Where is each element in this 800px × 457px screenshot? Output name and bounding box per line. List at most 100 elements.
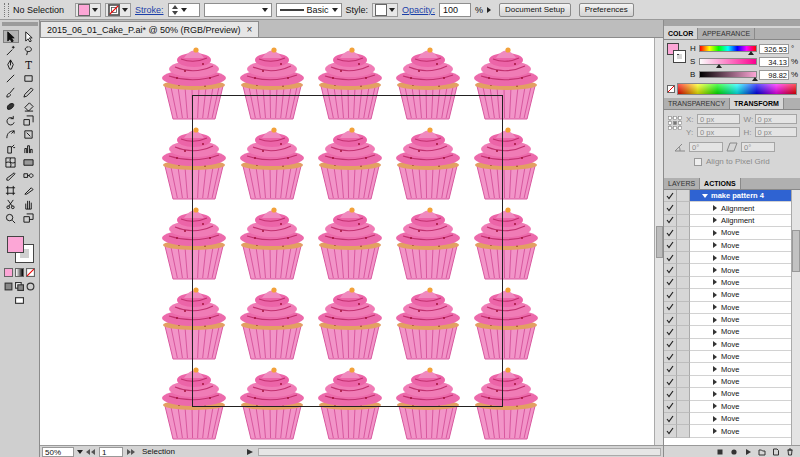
collapsed-triangle-icon[interactable] xyxy=(712,217,718,223)
dialog-toggle-cell[interactable] xyxy=(677,215,690,227)
toggle-cell[interactable] xyxy=(664,351,677,363)
field-input[interactable]: 0 px xyxy=(755,127,798,137)
dialog-toggle-cell[interactable] xyxy=(677,240,690,252)
dialog-toggle-cell[interactable] xyxy=(677,302,690,314)
collapsed-triangle-icon[interactable] xyxy=(712,428,718,434)
previous-artboard-icon[interactable] xyxy=(86,449,96,455)
cupcake-icon[interactable] xyxy=(467,282,545,362)
collapsed-triangle-icon[interactable] xyxy=(712,205,718,211)
artboard-field[interactable]: 1 xyxy=(99,447,123,457)
collapsed-triangle-icon[interactable] xyxy=(712,304,718,310)
panel-tab[interactable]: LAYERS xyxy=(664,178,700,189)
toggle-cell[interactable] xyxy=(664,401,677,413)
cupcake-icon[interactable] xyxy=(233,202,311,282)
angle-field[interactable]: 0° xyxy=(689,142,723,152)
action-item[interactable]: Move xyxy=(664,401,791,413)
color-button[interactable] xyxy=(4,268,13,277)
dialog-toggle-cell[interactable] xyxy=(677,351,690,363)
action-item[interactable]: Move xyxy=(664,240,791,252)
toggle-cell[interactable] xyxy=(664,376,677,388)
tool-button[interactable] xyxy=(3,170,19,183)
cupcake-icon[interactable] xyxy=(155,282,233,362)
field-input[interactable]: 0 px xyxy=(697,114,740,124)
expanded-triangle-icon[interactable] xyxy=(702,193,708,199)
tool-button[interactable] xyxy=(21,100,37,113)
channel-value[interactable]: 326.53 xyxy=(759,44,789,54)
panel-tab[interactable]: COLOR xyxy=(664,28,698,39)
collapsed-triangle-icon[interactable] xyxy=(712,292,718,298)
stroke-box[interactable] xyxy=(674,51,685,62)
toggle-cell[interactable] xyxy=(664,252,677,264)
control-button[interactable]: Preferences xyxy=(579,3,634,17)
collapsed-triangle-icon[interactable] xyxy=(712,242,718,248)
collapsed-triangle-icon[interactable] xyxy=(712,403,718,409)
vertical-scrollbar[interactable] xyxy=(654,38,663,445)
opacity-field[interactable]: 100 xyxy=(439,3,471,17)
toggle-cell[interactable] xyxy=(664,190,677,202)
action-item[interactable]: Move xyxy=(664,326,791,338)
slider-marker[interactable] xyxy=(752,77,758,81)
status-tool[interactable]: Selection xyxy=(139,447,242,456)
cupcake-icon[interactable] xyxy=(311,202,389,282)
collapsed-triangle-icon[interactable] xyxy=(712,267,718,273)
grip[interactable] xyxy=(4,3,9,17)
fill-box[interactable] xyxy=(7,236,24,253)
field-input[interactable]: 0 px xyxy=(755,114,798,124)
slider-marker[interactable] xyxy=(716,64,722,68)
dialog-toggle-cell[interactable] xyxy=(677,289,690,301)
channel-value[interactable]: 98.82 xyxy=(759,70,789,80)
control-button[interactable]: Document Setup xyxy=(499,3,571,17)
tool-button[interactable] xyxy=(3,86,19,99)
tool-button[interactable] xyxy=(21,128,37,141)
record-icon[interactable] xyxy=(730,448,738,456)
tool-button[interactable] xyxy=(3,156,19,169)
collapsed-triangle-icon[interactable] xyxy=(712,230,718,236)
dialog-toggle-cell[interactable] xyxy=(677,388,690,400)
collapsed-triangle-icon[interactable] xyxy=(712,391,718,397)
cupcake-icon[interactable] xyxy=(467,202,545,282)
collapsed-triangle-icon[interactable] xyxy=(712,255,718,261)
tool-button[interactable] xyxy=(21,30,37,43)
toggle-cell[interactable] xyxy=(664,339,677,351)
horizontal-scrollbar[interactable] xyxy=(258,448,661,456)
tool-button[interactable] xyxy=(3,212,19,225)
tool-button[interactable] xyxy=(3,198,19,211)
action-item[interactable]: Alignment xyxy=(664,202,791,214)
cupcake-icon[interactable] xyxy=(467,42,545,122)
slider-marker[interactable] xyxy=(748,51,754,55)
delete-icon[interactable] xyxy=(786,448,794,456)
collapsed-triangle-icon[interactable] xyxy=(712,354,718,360)
screen-mode-icon[interactable] xyxy=(15,296,24,305)
cupcake-icon[interactable] xyxy=(389,42,467,122)
draw-normal-icon[interactable] xyxy=(4,282,13,291)
zoom-field[interactable]: 50% xyxy=(42,447,74,457)
toggle-cell[interactable] xyxy=(664,277,677,289)
cupcake-icon[interactable] xyxy=(233,282,311,362)
collapsed-triangle-icon[interactable] xyxy=(712,379,718,385)
cupcake-icon[interactable] xyxy=(311,42,389,122)
play-icon[interactable] xyxy=(744,448,752,456)
canvas[interactable] xyxy=(40,38,654,445)
channel-value[interactable]: 34.13 xyxy=(759,57,789,67)
tool-button[interactable] xyxy=(3,184,19,197)
cupcake-icon[interactable] xyxy=(155,122,233,202)
document-tab[interactable]: 2015_06_01_Cake_P.ai* @ 50% (RGB/Preview… xyxy=(40,21,259,37)
tool-button[interactable] xyxy=(21,198,37,211)
toggle-cell[interactable] xyxy=(664,302,677,314)
dialog-toggle-cell[interactable] xyxy=(677,413,690,425)
dock-header[interactable] xyxy=(664,20,800,26)
tool-button[interactable]: T xyxy=(21,58,37,71)
action-item[interactable]: Move xyxy=(664,351,791,363)
cupcake-icon[interactable] xyxy=(467,362,545,442)
new-set-icon[interactable] xyxy=(758,448,766,456)
action-item[interactable]: Move xyxy=(664,339,791,351)
fill-dropdown[interactable] xyxy=(75,3,101,17)
dialog-toggle-cell[interactable] xyxy=(677,202,690,214)
cupcake-icon[interactable] xyxy=(233,42,311,122)
stroke-weight-field[interactable] xyxy=(168,3,200,17)
tool-button[interactable] xyxy=(3,142,19,155)
status-menu-icon[interactable] xyxy=(245,449,255,455)
tool-button[interactable] xyxy=(21,44,37,57)
panel-tab[interactable]: ACTIONS xyxy=(700,178,741,189)
dialog-toggle-cell[interactable] xyxy=(677,376,690,388)
